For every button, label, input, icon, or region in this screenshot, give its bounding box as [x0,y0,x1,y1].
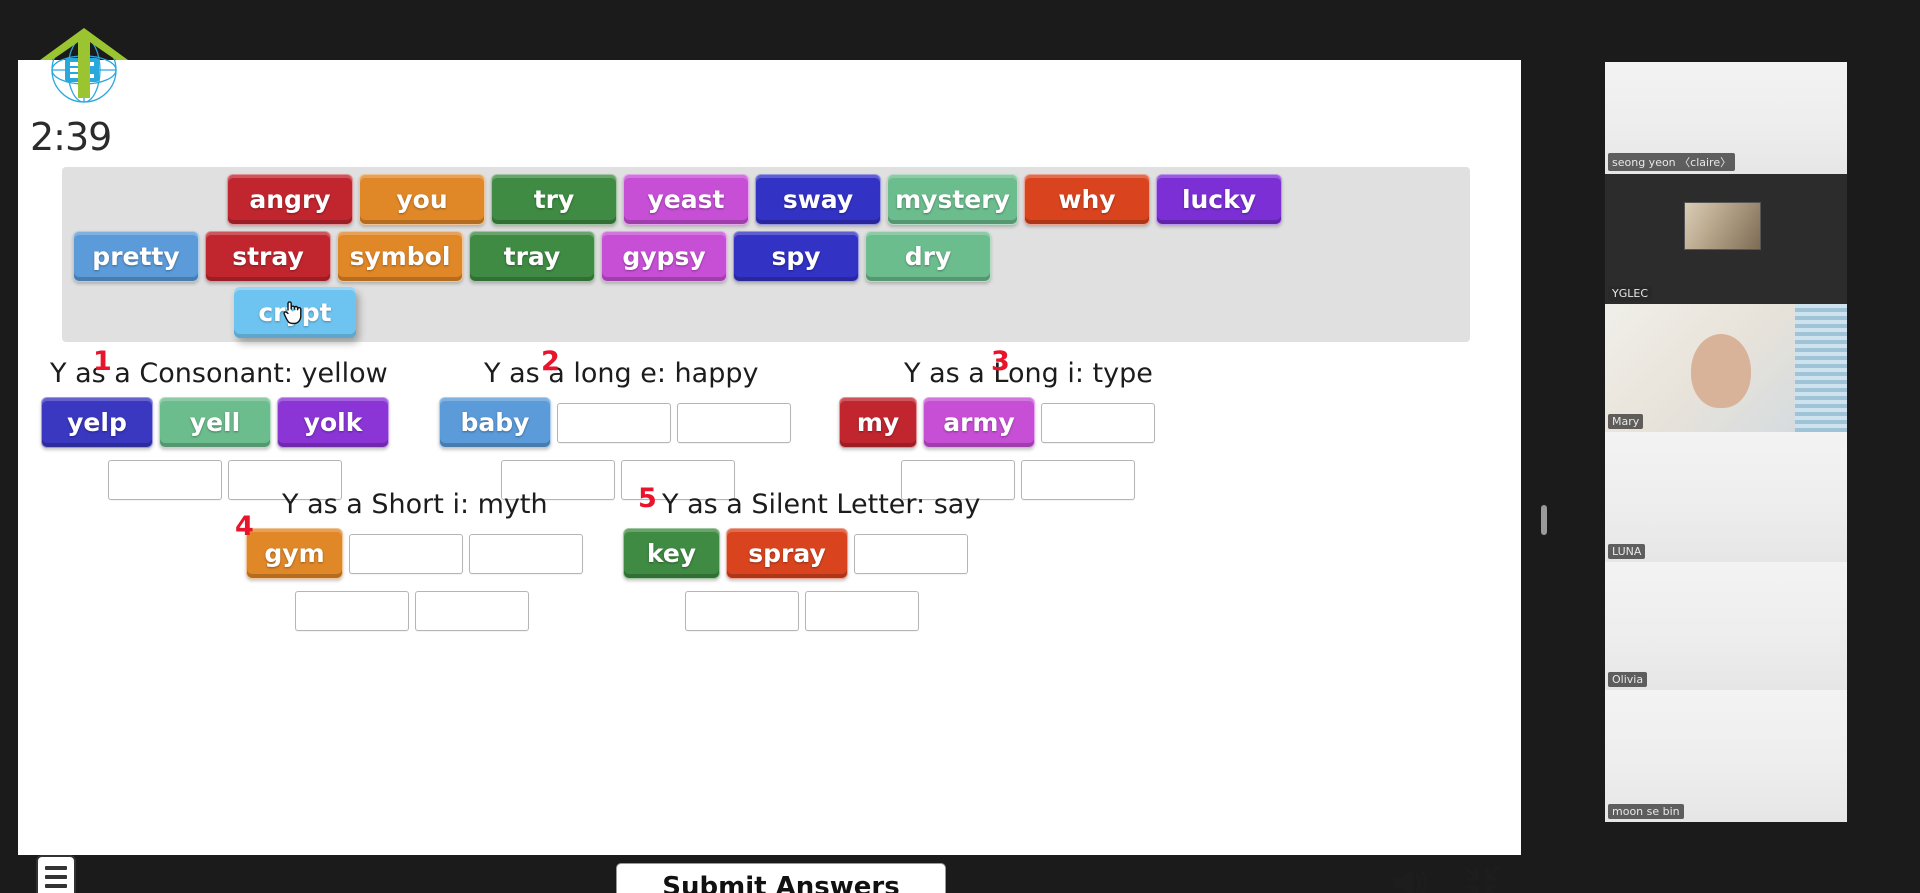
participant-name: seong yeon 〈claire〉 [1608,153,1736,171]
word-tile[interactable]: dry [865,231,991,282]
empty-drop-slot[interactable] [677,402,791,443]
exit-fullscreen-icon[interactable] [1462,864,1502,893]
empty-drop-slot[interactable] [349,533,463,574]
empty-drop-slot[interactable] [108,460,222,500]
category-dropzone-row[interactable] [620,588,971,634]
category-dropzone-row[interactable]: my army [836,394,1158,451]
participant-tile[interactable]: YGLEC [1605,174,1847,304]
participant-video [1605,562,1847,690]
participant-tile[interactable]: seong yeon 〈claire〉 [1605,62,1847,174]
placed-word-tile[interactable]: key [623,528,720,579]
placed-word-tile[interactable]: yolk [277,397,389,448]
category-title: Y as a Short i: myth [282,489,548,520]
participant-video [1605,690,1847,822]
word-tile[interactable]: pretty [73,231,199,282]
word-tile[interactable]: you [359,174,485,225]
category-title: Y as a long e: happy [484,358,759,389]
category-3: 3Y as a Long i: type my army [836,346,1158,503]
screen-root: 2:39 angry you try yeast sway mystery why lucky… [0,0,1920,893]
word-tile[interactable]: try [491,174,617,225]
word-tile[interactable]: tray [469,231,595,282]
category-dropzone-row[interactable]: yelp yell yolk [38,394,392,451]
word-tile[interactable]: sway [755,174,881,225]
category-dropzone-row[interactable]: baby [436,394,794,451]
participant-video [1605,432,1847,562]
participants-panel: seong yeon 〈claire〉 YGLEC Mary LUNA Olivia mo… [1605,62,1847,862]
empty-drop-slot[interactable] [1041,402,1155,443]
participant-video [1605,304,1847,432]
category-2: 2Y as a long e: happy baby [436,346,794,503]
menu-button[interactable] [36,855,76,893]
participant-name: moon se bin [1608,804,1684,819]
word-bank-row-2: pretty stray symbol tray gypsy spy dry [64,228,1468,285]
category-number: 1 [93,346,112,377]
word-tile[interactable]: mystery [887,174,1018,225]
participant-tile[interactable]: Olivia [1605,562,1847,690]
word-tile[interactable]: angry [227,174,353,225]
participant-name: YGLEC [1608,286,1653,301]
empty-drop-slot[interactable] [685,591,799,631]
category-dropzone-row[interactable]: gym [230,525,586,582]
word-tile[interactable]: lucky [1156,174,1282,225]
menu-icon-bar [45,875,67,879]
word-tile[interactable]: yeast [623,174,749,225]
countdown-timer: 2:39 [30,115,112,159]
category-dropzone-row[interactable] [230,588,586,634]
placed-word-tile[interactable]: baby [439,397,551,448]
empty-drop-slot[interactable] [1021,460,1135,500]
participant-name: Olivia [1608,672,1648,687]
word-bank-row-1: angry you try yeast sway mystery why lucky [64,171,1468,228]
category-5: 5Y as a Silent Letter: say key spray [620,483,980,634]
category-4: 4 Y as a Short i: myth gym [230,483,586,634]
category-title: Y as a Long i: type [904,358,1153,389]
activity-stage: 2:39 angry you try yeast sway mystery why lucky… [18,60,1547,893]
word-tile[interactable]: symbol [337,231,463,282]
word-tile[interactable]: spy [733,231,859,282]
empty-drop-slot[interactable] [805,591,919,631]
dragged-word-tile[interactable]: crypt [234,287,356,338]
placed-word-tile[interactable]: yell [159,397,271,448]
empty-drop-slot[interactable] [854,533,968,574]
participant-video [1605,174,1847,304]
participant-tile[interactable]: Mary [1605,304,1847,432]
word-tile[interactable]: why [1024,174,1150,225]
category-number: 2 [541,346,560,377]
stage-scrollbar[interactable] [1541,505,1547,535]
placed-word-tile[interactable]: gym [246,528,343,579]
participant-name: Mary [1608,414,1644,429]
menu-icon-bar [45,866,67,870]
participant-tile[interactable]: LUNA [1605,432,1847,562]
placed-word-tile[interactable]: spray [726,528,848,579]
category-dropzone-row[interactable]: key spray [620,525,971,582]
placed-word-tile[interactable]: yelp [41,397,153,448]
brand-logo-icon [40,28,128,103]
empty-drop-slot[interactable] [469,533,583,574]
category-1: 1Y as a Consonant: yellow yelp yell yolk [38,346,392,503]
empty-drop-slot[interactable] [557,402,671,443]
empty-drop-slot[interactable] [295,591,409,631]
participant-name: LUNA [1608,544,1646,559]
word-tile[interactable]: gypsy [601,231,727,282]
category-number: 4 [235,511,254,542]
empty-drop-slot[interactable] [415,591,529,631]
category-number: 5 [638,483,657,514]
word-tile[interactable]: stray [205,231,331,282]
placed-word-tile[interactable]: my [839,397,917,448]
menu-icon-bar [45,884,67,888]
category-number: 3 [991,346,1010,377]
participant-tile[interactable]: moon se bin [1605,690,1847,822]
speaker-icon[interactable] [1390,864,1434,893]
category-title: Y as a Silent Letter: say [662,489,981,520]
placed-word-tile[interactable]: army [923,397,1035,448]
submit-answers-button[interactable]: Submit Answers [616,863,946,893]
